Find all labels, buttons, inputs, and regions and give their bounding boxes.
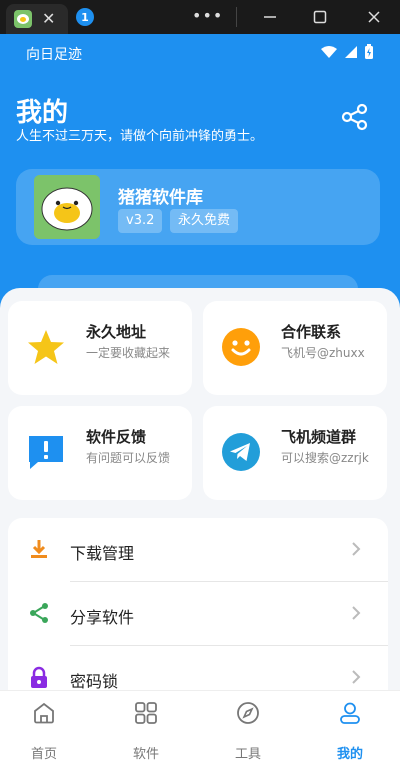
tab-badge[interactable]: 1 [76, 8, 94, 26]
share-button[interactable] [340, 102, 370, 132]
status-carrier-text: 向日足迹 [26, 47, 82, 63]
signal-icon [345, 46, 357, 58]
grid-icon [135, 702, 157, 724]
status-icons [320, 44, 374, 60]
quick-card-title: 软件反馈 [86, 428, 147, 446]
close-icon [368, 11, 380, 23]
chevron-right-icon [352, 542, 361, 556]
smile-icon [222, 328, 260, 366]
menu-item-download-manager[interactable]: 下载管理 [8, 518, 388, 582]
share-icon [30, 603, 48, 623]
app-name: 猪猪软件库 [118, 188, 203, 208]
minimize-icon [264, 16, 276, 18]
lock-icon [31, 666, 47, 688]
quick-card-contact[interactable]: 合作联系 飞机号@zhuxx [203, 301, 387, 395]
egg-mascot-icon [34, 175, 100, 239]
menu-item-label: 密码锁 [70, 672, 119, 691]
nav-label: 首页 [30, 747, 57, 762]
nav-tab-tools[interactable]: 工具 [198, 691, 298, 765]
maximize-icon [313, 10, 327, 24]
version-badge: v3.2 [118, 209, 163, 233]
quick-card-title: 永久地址 [86, 323, 147, 341]
telegram-icon [222, 433, 260, 471]
status-bar: 向日足迹 [0, 34, 400, 72]
quick-card-desc: 有问题可以反馈 [86, 451, 171, 465]
compass-icon [237, 702, 259, 724]
more-options-icon[interactable]: ••• [192, 6, 223, 25]
wifi-icon [321, 46, 337, 58]
download-icon [31, 540, 47, 558]
settings-menu: 下载管理 分享软件 密码锁 [8, 518, 388, 698]
quick-card-telegram[interactable]: 飞机频道群 可以搜索@zzrjk [203, 406, 387, 500]
main-sheet: 永久地址 一定要收藏起来 合作联系 飞机号@zhuxx 软件反馈 有问题可以反馈 [0, 288, 400, 698]
nav-label: 工具 [234, 747, 261, 762]
home-icon [34, 702, 54, 724]
chevron-right-icon [352, 606, 361, 620]
window-titlebar: ✕ 1 ••• [0, 0, 400, 34]
tab-close-icon[interactable]: ✕ [42, 11, 55, 27]
feedback-icon [29, 436, 63, 469]
quick-card-permanent-address[interactable]: 永久地址 一定要收藏起来 [8, 301, 192, 395]
user-icon [340, 702, 360, 724]
star-icon [28, 330, 64, 364]
nav-tab-home[interactable]: 首页 [0, 691, 94, 765]
nav-tab-software[interactable]: 软件 [96, 691, 196, 765]
browser-tab[interactable]: ✕ [6, 4, 68, 34]
battery-icon [365, 44, 373, 59]
maximize-button[interactable] [298, 0, 342, 34]
app-info-card[interactable]: 猪猪软件库 v3.2 永久免费 [16, 169, 380, 245]
minimize-button[interactable] [248, 0, 292, 34]
app-logo [34, 175, 100, 239]
page-title: 我的 [16, 98, 69, 128]
quick-card-desc: 飞机号@zhuxx [281, 346, 365, 360]
app-favicon-icon [14, 10, 32, 28]
menu-item-label: 下载管理 [70, 544, 135, 563]
chevron-right-icon [352, 670, 361, 684]
bottom-navigation: 首页 软件 工具 我的 [0, 690, 400, 765]
close-window-button[interactable] [352, 0, 396, 34]
nav-tab-mine[interactable]: 我的 [300, 691, 400, 765]
nav-label: 我的 [336, 747, 363, 762]
titlebar-divider [236, 7, 237, 27]
quick-card-title: 飞机频道群 [281, 428, 357, 446]
share-icon [341, 103, 368, 131]
license-badge: 永久免费 [170, 209, 239, 233]
page-subtitle: 人生不过三万天，请做个向前冲锋的勇士。 [16, 129, 264, 144]
quick-card-desc: 可以搜索@zzrjk [281, 451, 369, 465]
quick-card-feedback[interactable]: 软件反馈 有问题可以反馈 [8, 406, 192, 500]
menu-item-share-app[interactable]: 分享软件 [8, 582, 388, 646]
quick-card-title: 合作联系 [281, 323, 342, 341]
quick-card-desc: 一定要收藏起来 [86, 346, 171, 360]
nav-label: 软件 [132, 747, 159, 762]
menu-item-label: 分享软件 [70, 608, 135, 627]
